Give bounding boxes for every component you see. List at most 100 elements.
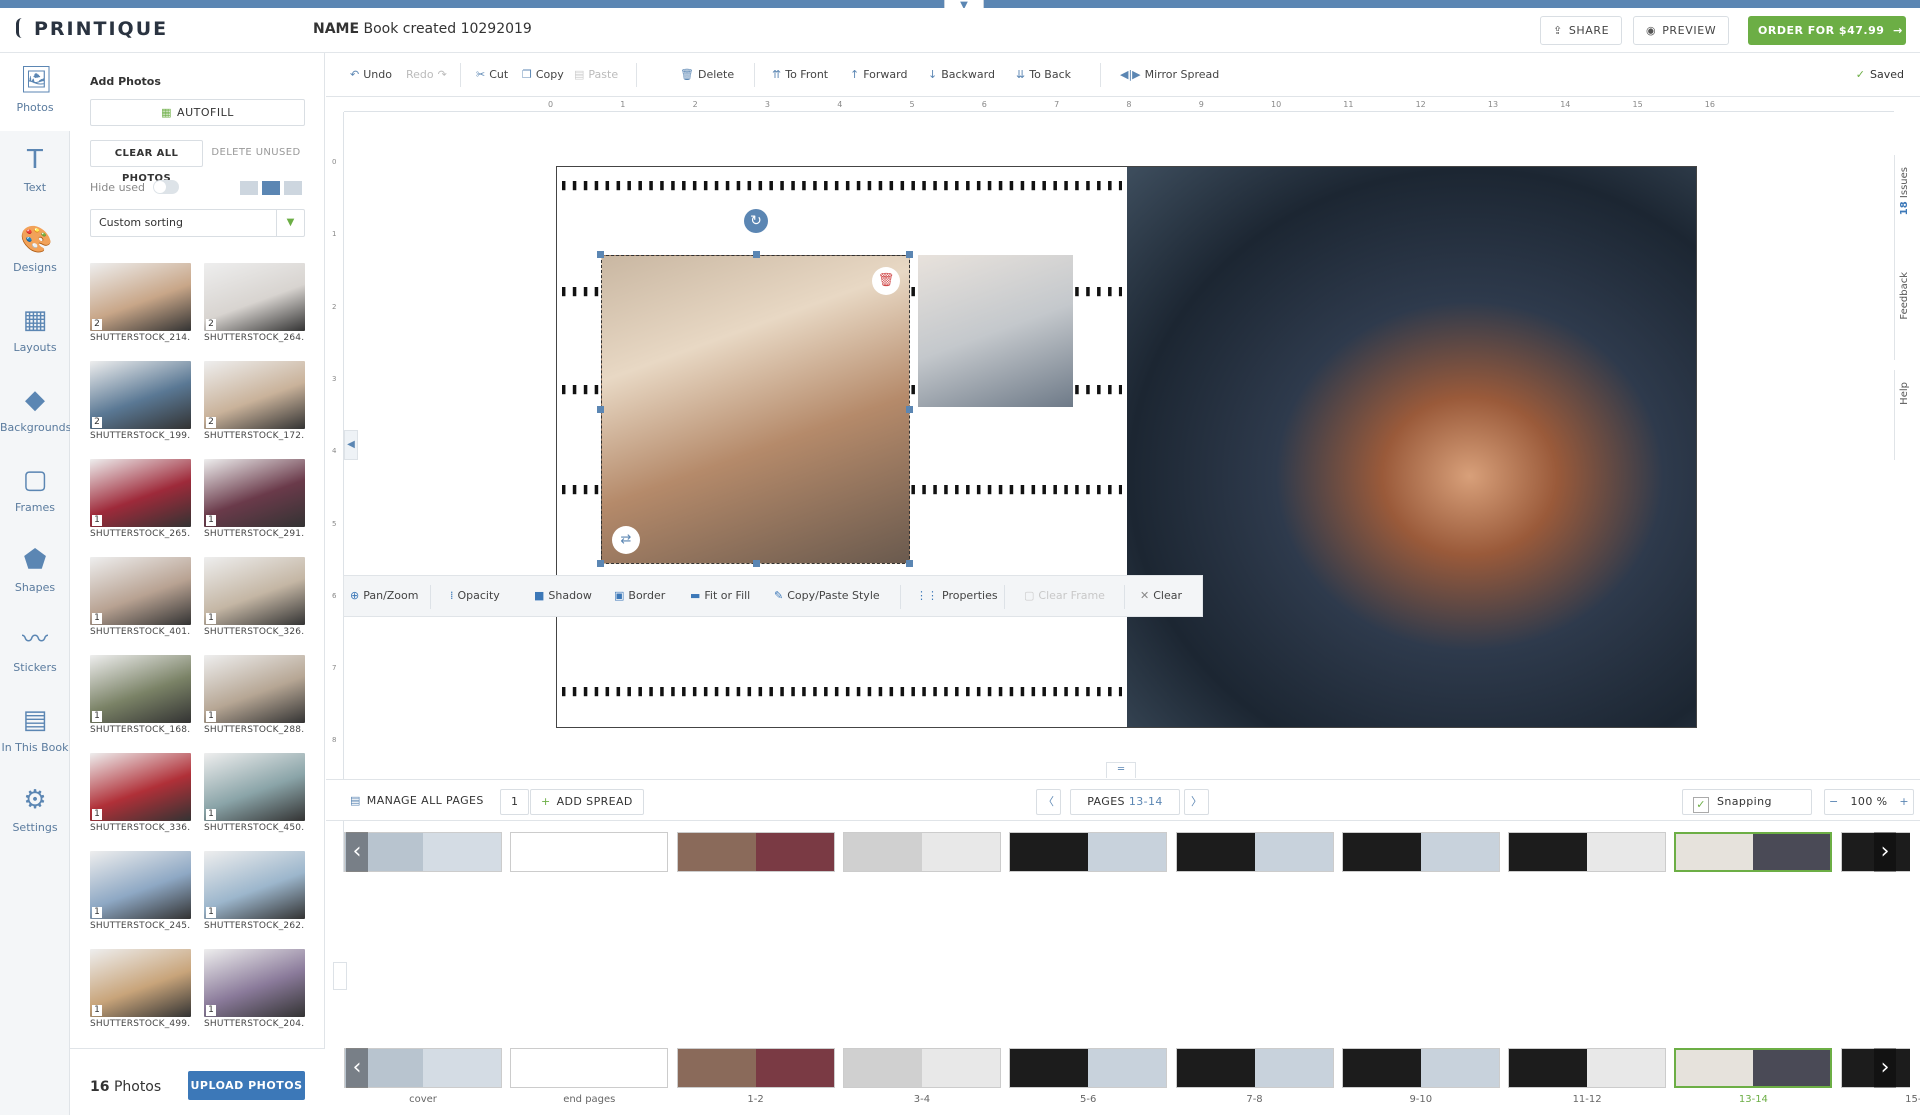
resize-handle[interactable] — [906, 406, 913, 413]
photo-thumbnail[interactable]: 1 SHUTTERSTOCK_245... — [90, 851, 191, 933]
spread-thumbnail[interactable] — [676, 832, 835, 872]
spread-thumbnail[interactable] — [510, 1048, 669, 1088]
photo-thumbnail[interactable]: 2 SHUTTERSTOCK_172... — [204, 361, 305, 443]
rail-item-text[interactable]: T Text — [0, 133, 70, 211]
add-spread-button[interactable]: + ADD SPREAD — [530, 789, 644, 815]
properties-button[interactable]: ⋮⋮ Properties — [916, 589, 998, 602]
photo-thumbnail[interactable]: 1 SHUTTERSTOCK_288... — [204, 655, 305, 737]
book-name[interactable]: NAME Book created 10292019 — [313, 21, 532, 37]
to-front-button[interactable]: ⇈ To Front — [772, 68, 828, 81]
pan-zoom-button[interactable]: ⊕ Pan/Zoom — [350, 589, 419, 602]
spread-thumbnail[interactable] — [1508, 1048, 1667, 1088]
fit-or-fill-button[interactable]: ▬ Fit or Fill — [690, 589, 750, 602]
spread-thumbnail[interactable] — [1175, 1048, 1334, 1088]
to-back-button[interactable]: ⇊ To Back — [1016, 68, 1071, 81]
zoom-in-icon[interactable]: + — [1899, 795, 1909, 808]
rail-item-shapes[interactable]: ⬟ Shapes — [0, 533, 70, 611]
copy-paste-style-button[interactable]: ✎ Copy/Paste Style — [774, 589, 880, 602]
photo-thumbnail[interactable]: 1 SHUTTERSTOCK_499... — [90, 949, 191, 1031]
swap-icon[interactable]: ⇄ — [612, 526, 640, 554]
photo-thumbnail[interactable]: 1 SHUTTERSTOCK_401... — [90, 557, 191, 639]
spread-thumbnail[interactable] — [510, 832, 669, 872]
redo-button[interactable]: Redo ↷ — [406, 68, 451, 81]
backward-button[interactable]: ↓ Backward — [928, 68, 995, 81]
next-page-button[interactable]: 〉 — [1184, 789, 1210, 815]
cut-button[interactable]: ✂ Cut — [476, 68, 508, 81]
paste-button[interactable]: ▤ Paste — [574, 68, 618, 81]
resize-handle[interactable] — [597, 560, 604, 567]
strip-scroll-left-icon[interactable]: ‹ — [346, 832, 368, 872]
border-button[interactable]: ▣ Border — [614, 589, 665, 602]
resize-handle[interactable] — [753, 560, 760, 567]
resize-handle[interactable] — [906, 560, 913, 567]
secondary-photo[interactable] — [918, 255, 1073, 407]
opacity-button[interactable]: ⁞ Opacity — [450, 589, 500, 602]
clear-all-photos-button[interactable]: CLEAR ALL PHOTOS — [90, 140, 203, 184]
strip-scroll-right-icon[interactable]: › — [1874, 832, 1896, 872]
manage-all-pages-button[interactable]: ▤ MANAGE ALL PAGES — [340, 789, 494, 815]
strip-scroll-right-icon[interactable]: › — [1874, 1048, 1896, 1088]
medium-view-icon[interactable] — [262, 181, 280, 195]
rail-item-stickers[interactable]: 〰 Stickers — [0, 613, 70, 691]
photo-thumbnail[interactable]: 1 SHUTTERSTOCK_450... — [204, 753, 305, 835]
spread-thumbnail[interactable] — [1674, 832, 1833, 872]
rotate-icon[interactable]: ↻ — [744, 209, 768, 233]
spread-thumbnail[interactable] — [1009, 832, 1168, 872]
sort-select[interactable]: Custom sorting ▼ — [90, 209, 305, 237]
spread-thumbnail[interactable] — [676, 1048, 835, 1088]
photo-thumbnail[interactable]: 1 SHUTTERSTOCK_204... — [204, 949, 305, 1031]
resize-handle[interactable] — [753, 251, 760, 258]
rail-item-in-this-book[interactable]: ▤ In This Book — [0, 693, 70, 771]
resize-handle[interactable] — [597, 406, 604, 413]
page-number-input[interactable]: 1 — [500, 789, 530, 815]
spread-thumbnail[interactable] — [1175, 832, 1334, 872]
share-button[interactable]: ⇪ SHARE — [1540, 16, 1623, 45]
rail-item-designs[interactable]: 🎨 Designs — [0, 213, 70, 291]
rail-item-settings[interactable]: ⚙ Settings — [0, 773, 70, 851]
spread-thumbnail[interactable] — [842, 1048, 1001, 1088]
spread-thumbnail[interactable] — [1508, 832, 1667, 872]
small-view-icon[interactable] — [284, 181, 302, 195]
toggle-switch[interactable] — [153, 180, 180, 194]
spread-thumbnail[interactable] — [1341, 1048, 1500, 1088]
large-view-icon[interactable] — [240, 181, 258, 195]
upload-photos-button[interactable]: UPLOAD PHOTOS — [188, 1071, 305, 1100]
photo-thumbnail[interactable]: 1 SHUTTERSTOCK_265... — [90, 459, 191, 541]
photo-thumbnail[interactable]: 1 SHUTTERSTOCK_168... — [90, 655, 191, 737]
prev-page-button[interactable]: 〈 — [1036, 789, 1062, 815]
strip-scroll-left-icon[interactable]: ‹ — [346, 1048, 368, 1088]
resize-handle[interactable] — [597, 251, 604, 258]
clear-frame-button[interactable]: ▢ Clear Frame — [1024, 589, 1105, 602]
photo-thumbnail[interactable]: 2 SHUTTERSTOCK_264... — [204, 263, 305, 345]
right-page-photo[interactable] — [1127, 167, 1696, 727]
rail-item-frames[interactable]: ▢ Frames — [0, 453, 70, 531]
strip-side-handle[interactable] — [333, 962, 347, 990]
preview-button[interactable]: ◉ PREVIEW — [1633, 16, 1730, 45]
spread-thumbnail[interactable] — [842, 832, 1001, 872]
order-button[interactable]: ORDER FOR $47.99 → — [1748, 16, 1906, 45]
photo-thumbnail[interactable]: 1 SHUTTERSTOCK_336... — [90, 753, 191, 835]
copy-button[interactable]: ❐ Copy — [522, 68, 564, 81]
mirror-spread-button[interactable]: ◀|▶ Mirror Spread — [1120, 68, 1219, 81]
photo-thumbnail[interactable]: 1 SHUTTERSTOCK_262... — [204, 851, 305, 933]
rail-item-layouts[interactable]: ▦ Layouts — [0, 293, 70, 371]
autofill-button[interactable]: ▦ AUTOFILL — [90, 99, 305, 126]
spread-thumbnail[interactable] — [1341, 832, 1500, 872]
undo-button[interactable]: ↶ Undo — [350, 68, 392, 81]
feedback-tab[interactable]: Feedback — [1894, 260, 1920, 360]
delete-button[interactable]: 🗑 Delete — [680, 68, 734, 81]
issues-tab[interactable]: 18 Issues — [1894, 155, 1920, 275]
photo-thumbnail[interactable]: 2 SHUTTERSTOCK_214... — [90, 263, 191, 345]
clear-button[interactable]: ✕ Clear — [1140, 589, 1182, 602]
collapse-panel-icon[interactable]: ◀ — [344, 430, 358, 460]
forward-button[interactable]: ↑ Forward — [850, 68, 907, 81]
selected-photo[interactable] — [601, 255, 910, 564]
help-tab[interactable]: Help — [1894, 370, 1920, 460]
drag-handle-icon[interactable]: ═ — [1106, 762, 1136, 778]
photo-thumbnail[interactable]: 2 SHUTTERSTOCK_199... — [90, 361, 191, 443]
zoom-out-icon[interactable]: − — [1829, 795, 1839, 808]
spread-thumbnail[interactable] — [1674, 1048, 1833, 1088]
resize-handle[interactable] — [906, 251, 913, 258]
photo-thumbnail[interactable]: 1 SHUTTERSTOCK_326... — [204, 557, 305, 639]
shadow-button[interactable]: ■ Shadow — [534, 589, 592, 602]
